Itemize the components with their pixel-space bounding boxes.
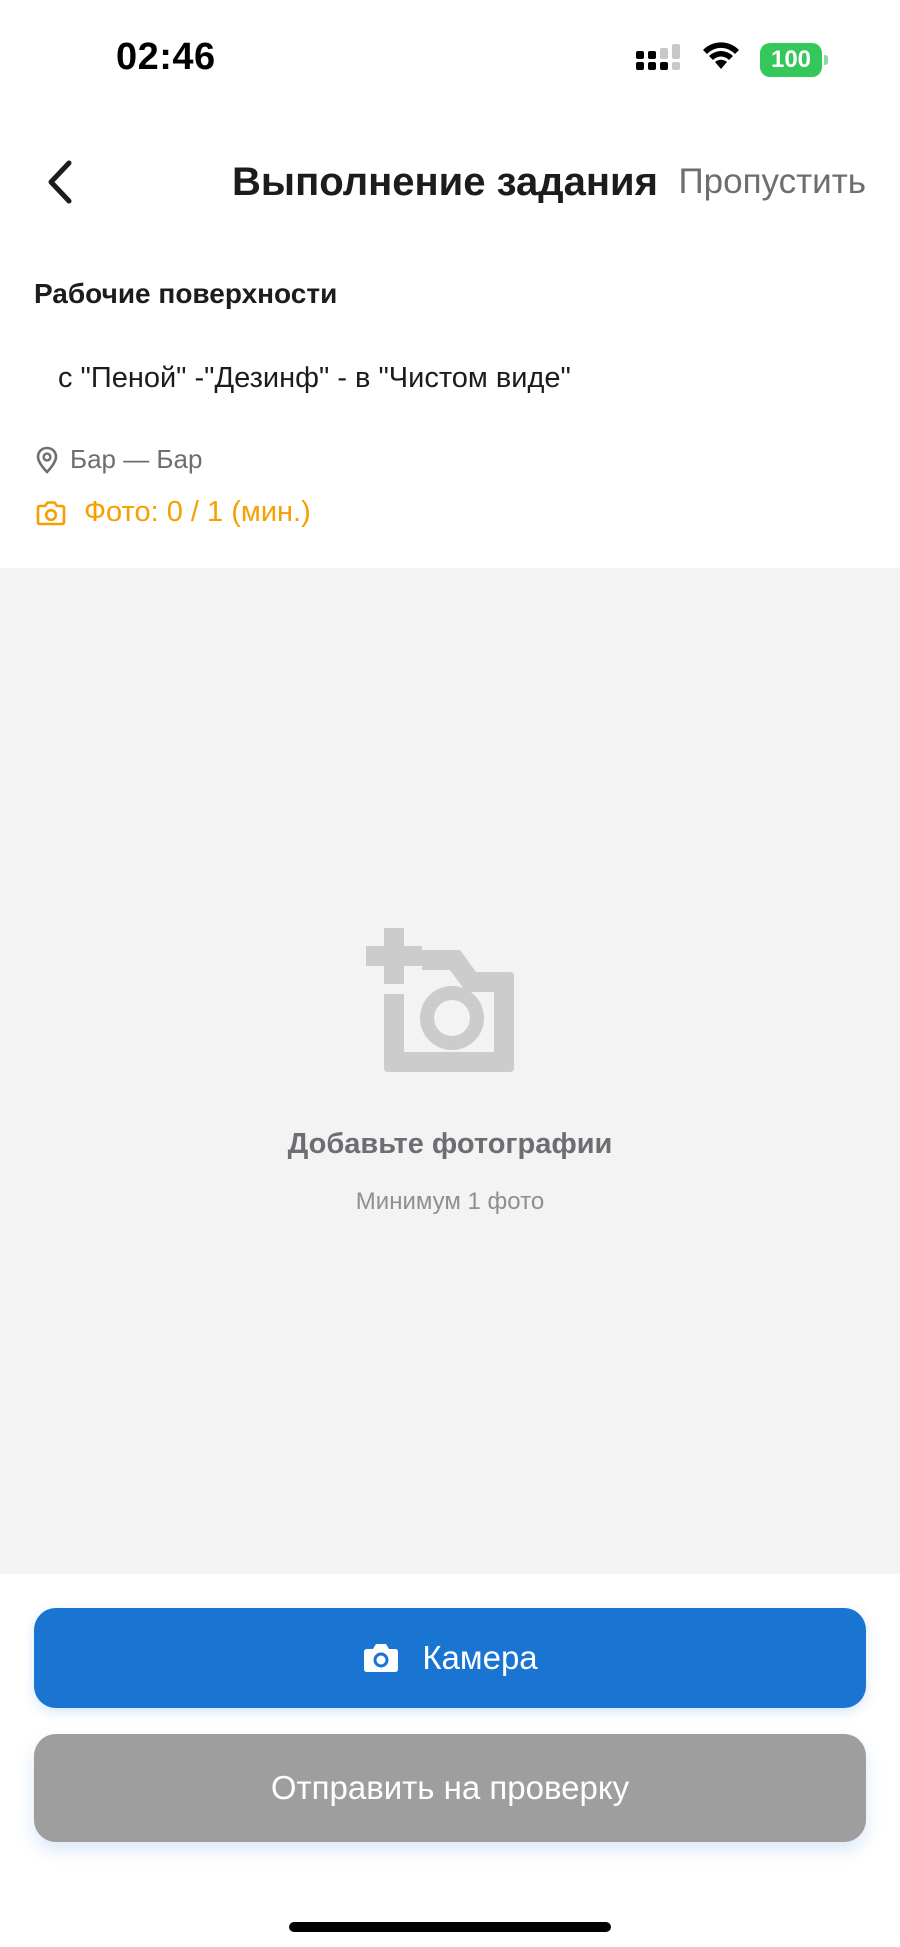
task-photo-count-text: Фото: 0 / 1 (мин.) xyxy=(84,496,311,528)
cellular-signal-icon xyxy=(634,42,682,77)
home-indicator xyxy=(289,1922,611,1932)
camera-button-label: Камера xyxy=(422,1639,538,1676)
camera-outline-icon xyxy=(36,500,66,525)
task-photo-count: Фото: 0 / 1 (мин.) xyxy=(36,496,311,529)
add-photo-icon xyxy=(366,928,514,1072)
skip-button[interactable]: Пропустить xyxy=(679,162,867,202)
location-pin-icon xyxy=(36,446,58,474)
battery-icon: 100 xyxy=(760,42,828,77)
wifi-icon xyxy=(700,42,742,77)
task-location-text: Бар — Бар xyxy=(70,444,203,474)
task-description: с "Пеной" -"Дезинф" - в "Чистом виде" xyxy=(58,362,571,394)
camera-button[interactable]: Камера xyxy=(34,1608,866,1708)
task-category: Рабочие поверхности xyxy=(34,278,338,309)
submit-for-review-button[interactable]: Отправить на проверку xyxy=(34,1734,866,1842)
status-bar: 02:46 100 xyxy=(0,0,900,120)
camera-icon xyxy=(364,1644,399,1672)
empty-state-title: Добавьте фотографии xyxy=(287,1128,613,1160)
nav-bar: Выполнение задания Пропустить xyxy=(0,130,900,236)
bottom-panel: Камера Отправить на проверку xyxy=(0,1574,900,1947)
empty-state-subtitle: Минимум 1 фото xyxy=(355,1188,545,1215)
battery-level: 100 xyxy=(770,45,812,73)
photo-area[interactable]: Добавьте фотографии Минимум 1 фото xyxy=(0,568,900,1574)
task-info: Рабочие поверхности с "Пеной" -"Дезинф" … xyxy=(0,236,900,568)
status-time: 02:46 xyxy=(116,36,216,78)
submit-button-label: Отправить на проверку xyxy=(270,1769,630,1806)
task-location: Бар — Бар xyxy=(36,444,202,475)
status-icons: 100 xyxy=(634,42,828,77)
